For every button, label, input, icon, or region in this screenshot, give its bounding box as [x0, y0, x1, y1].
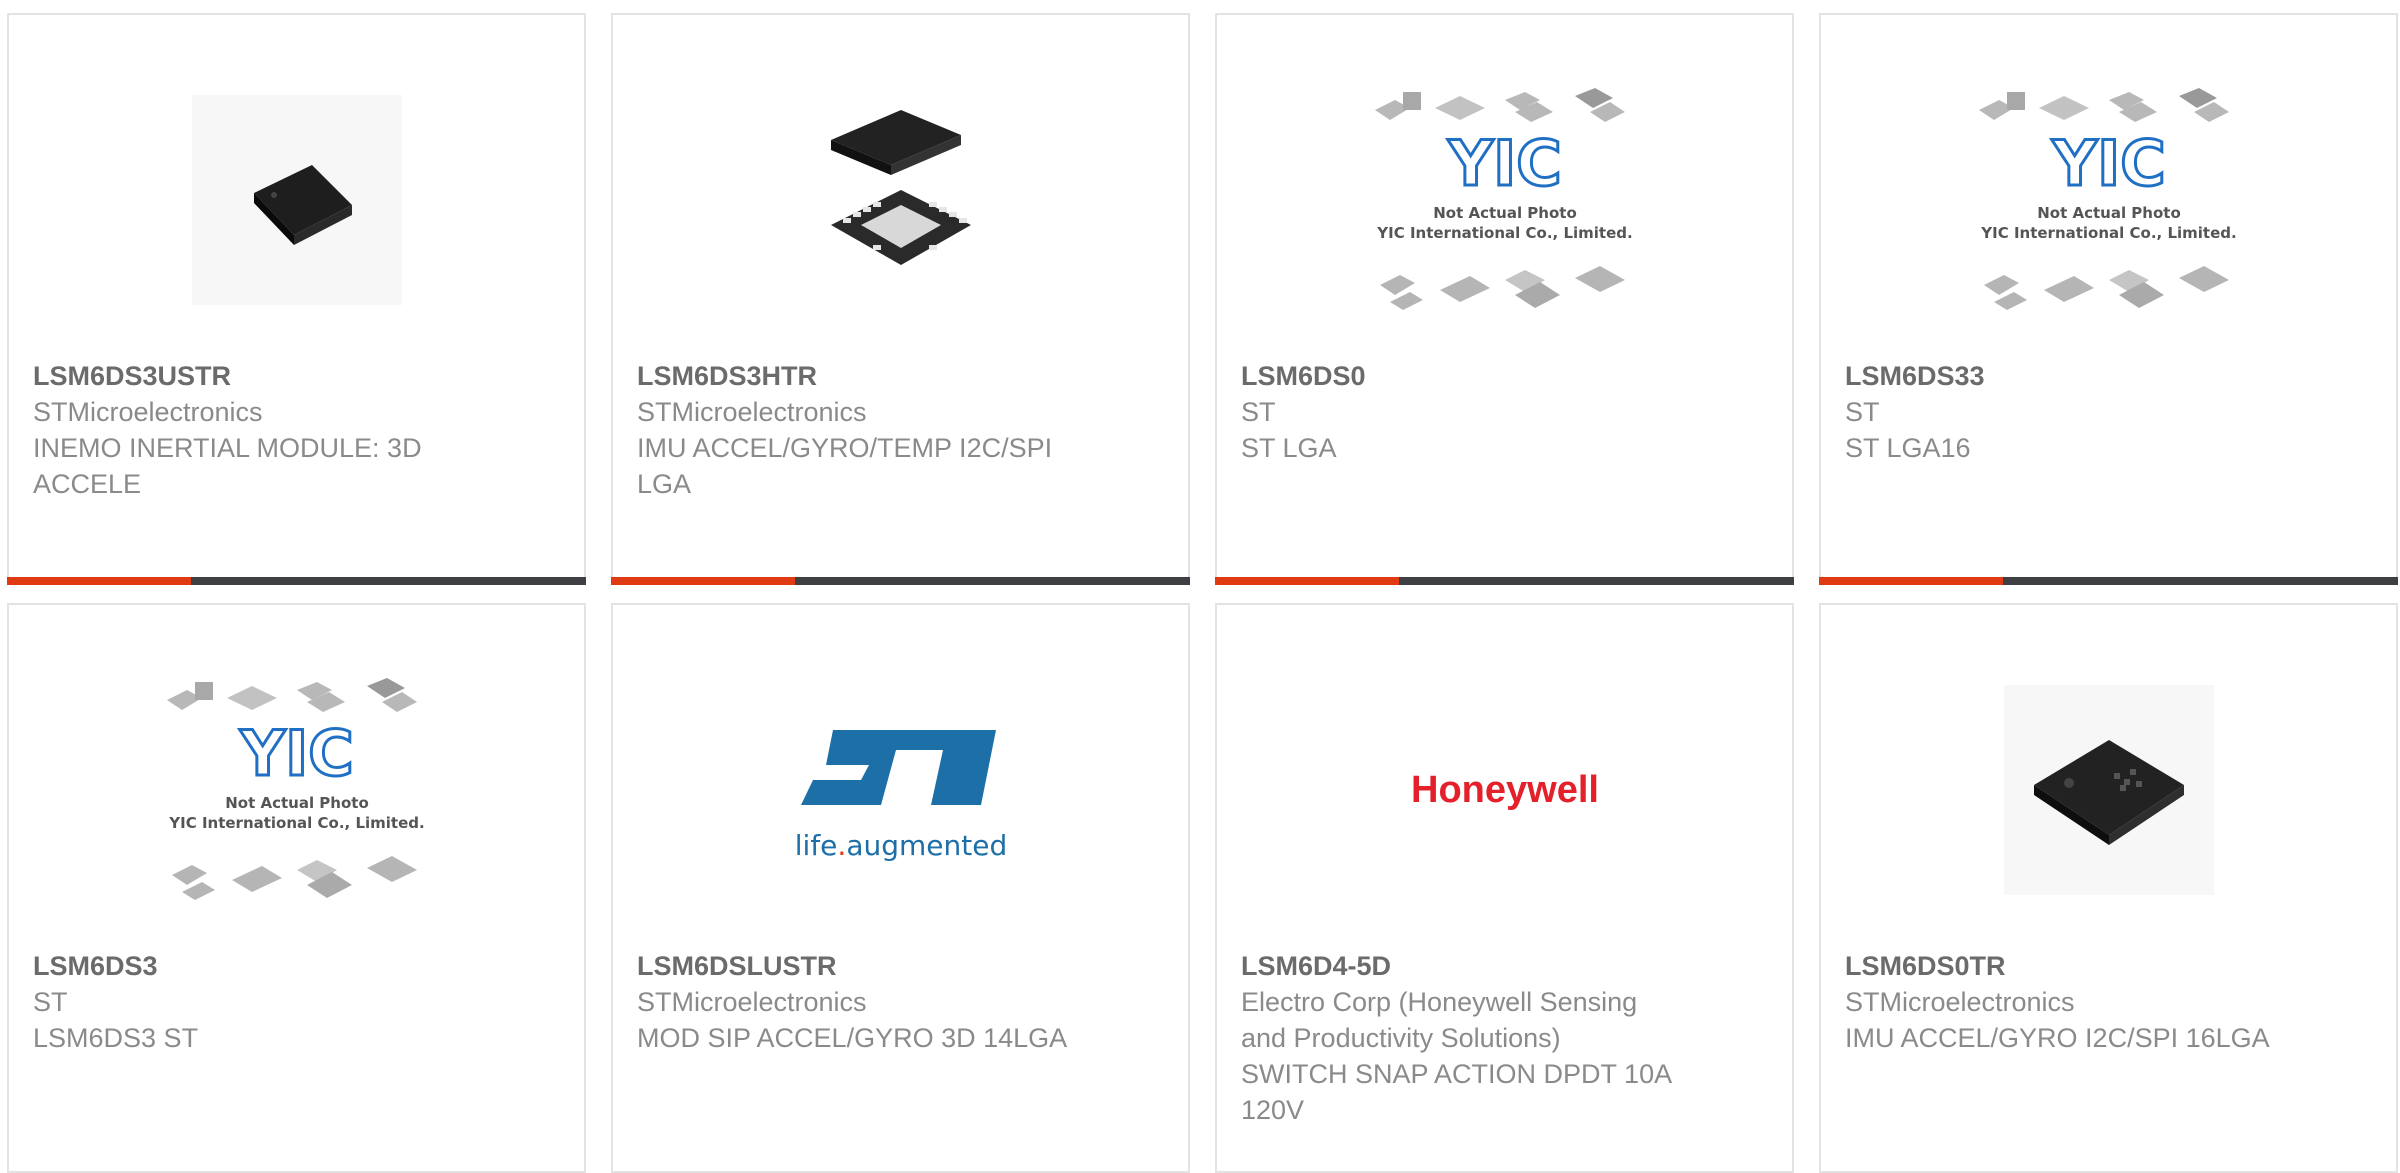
svg-text:life.augmented: life.augmented: [794, 829, 1006, 862]
st-tagline-dot: .: [837, 829, 846, 862]
description: MOD SIP ACCEL/GYRO 3D 14LGA: [637, 1023, 1068, 1053]
description: INEMO INERTIAL MODULE: 3D ACCELE: [33, 433, 422, 499]
part-number[interactable]: LSM6DS3: [33, 948, 560, 984]
placeholder-line1: Not Actual Photo: [2037, 204, 2181, 222]
honeywell-logo: Honeywell: [1411, 769, 1599, 811]
product-image[interactable]: YIC Not Actual Photo YIC International C…: [1821, 55, 2396, 345]
description: ST LGA: [1241, 433, 1337, 463]
manufacturer: ST: [1241, 397, 1276, 427]
product-image[interactable]: Honeywell: [1217, 645, 1792, 935]
placeholder-line1: Not Actual Photo: [225, 794, 369, 812]
placeholder-line1: Not Actual Photo: [1433, 204, 1577, 222]
manufacturer: STMicroelectronics: [33, 397, 263, 427]
yic-logo: YIC: [1447, 127, 1561, 200]
product-card[interactable]: YIC Not Actual Photo YIC International C…: [1819, 13, 2398, 585]
product-card[interactable]: LSM6DS3USTR STMicroelectronics INEMO INE…: [7, 13, 586, 585]
card-accent: [7, 577, 191, 585]
manufacturer: STMicroelectronics: [637, 397, 867, 427]
product-image[interactable]: [1821, 645, 2396, 935]
yic-logo: YIC: [239, 717, 353, 790]
part-number[interactable]: LSM6DS33: [1845, 358, 2372, 394]
st-tagline-life: life: [794, 829, 837, 862]
manufacturer: ST: [1845, 397, 1880, 427]
st-logo: life.augmented: [794, 730, 1007, 862]
description: IMU ACCEL/GYRO/TEMP I2C/SPI LGA: [637, 433, 1053, 499]
product-image[interactable]: life.augmented: [613, 645, 1188, 935]
manufacturer: STMicroelectronics: [637, 987, 867, 1017]
chip-photo-icon: [830, 110, 971, 265]
description: SWITCH SNAP ACTION DPDT 10A 120V: [1241, 1059, 1671, 1125]
card-bottom-bar: [1819, 577, 2398, 585]
part-number[interactable]: LSM6DS3HTR: [637, 358, 1164, 394]
honeywell-wordmark: Honeywell: [1411, 769, 1599, 811]
product-image[interactable]: YIC Not Actual Photo YIC International C…: [1217, 55, 1792, 345]
product-image[interactable]: [613, 55, 1188, 345]
card-accent: [611, 577, 795, 585]
product-image[interactable]: [9, 55, 584, 345]
part-number[interactable]: LSM6DS0: [1241, 358, 1768, 394]
st-tagline-augmented: augmented: [846, 829, 1007, 862]
description: IMU ACCEL/GYRO I2C/SPI 16LGA: [1845, 1023, 2270, 1053]
manufacturer: Electro Corp (Honeywell Sensing and Prod…: [1241, 987, 1638, 1053]
part-number[interactable]: LSM6DS0TR: [1845, 948, 2372, 984]
product-card[interactable]: YIC Not Actual Photo YIC International C…: [7, 603, 586, 1173]
product-image[interactable]: YIC Not Actual Photo YIC International C…: [9, 645, 584, 935]
not-actual-photo-placeholder: YIC Not Actual Photo YIC International C…: [166, 678, 424, 900]
card-bottom-bar: [1215, 577, 1794, 585]
manufacturer: ST: [33, 987, 68, 1017]
chip-photo-icon: [191, 95, 402, 305]
part-number[interactable]: LSM6D4-5D: [1241, 948, 1768, 984]
not-actual-photo-placeholder: YIC Not Actual Photo YIC International C…: [1978, 88, 2236, 310]
part-number[interactable]: LSM6DS3USTR: [33, 358, 560, 394]
product-card[interactable]: LSM6DS3HTR STMicroelectronics IMU ACCEL/…: [611, 13, 1190, 585]
product-card[interactable]: life.augmented LSM6DSLUSTR STMicroelectr…: [611, 603, 1190, 1173]
card-accent: [1819, 577, 2003, 585]
chip-photo-icon: [2003, 685, 2214, 895]
description: LSM6DS3 ST: [33, 1023, 199, 1053]
card-bottom-bar: [611, 577, 1190, 585]
part-number[interactable]: LSM6DSLUSTR: [637, 948, 1164, 984]
placeholder-line2: YIC International Co., Limited.: [168, 814, 424, 832]
card-bottom-bar: [7, 577, 586, 585]
not-actual-photo-placeholder: YIC Not Actual Photo YIC International C…: [1374, 88, 1632, 310]
description: ST LGA16: [1845, 433, 1971, 463]
product-card[interactable]: Honeywell LSM6D4-5D Electro Corp (Honeyw…: [1215, 603, 1794, 1173]
product-card[interactable]: LSM6DS0TR STMicroelectronics IMU ACCEL/G…: [1819, 603, 2398, 1173]
yic-logo: YIC: [2051, 127, 2165, 200]
manufacturer: STMicroelectronics: [1845, 987, 2075, 1017]
card-accent: [1215, 577, 1399, 585]
placeholder-line2: YIC International Co., Limited.: [1376, 224, 1632, 242]
placeholder-line2: YIC International Co., Limited.: [1980, 224, 2236, 242]
product-card[interactable]: YIC Not Actual Photo YIC International C…: [1215, 13, 1794, 585]
